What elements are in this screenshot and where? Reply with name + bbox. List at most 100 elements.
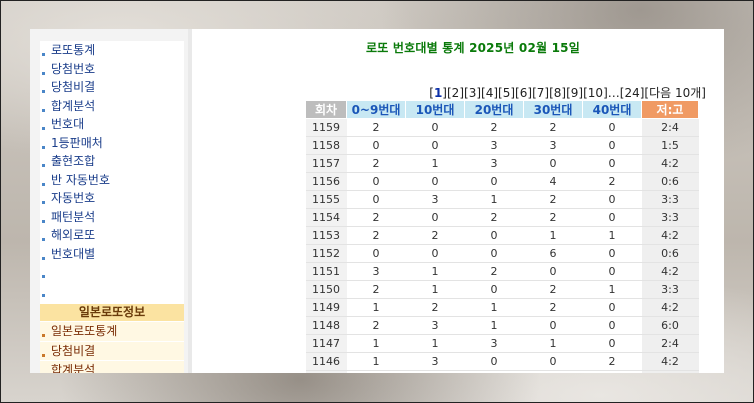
page-link-1[interactable]: 1	[434, 86, 442, 100]
page-link-8[interactable]: 8	[554, 86, 562, 100]
sidebar-item-6[interactable]: 출현조합	[40, 152, 184, 171]
table-cell: 0	[346, 172, 406, 191]
table-cell: 3	[464, 136, 524, 155]
table-cell: 0	[405, 244, 465, 263]
table-body: 1159 2 0 2 2 0 2:4 1158 0 0 3 3 0 1:5 1157 2 1 3 0 0 4:2 1156…	[305, 118, 699, 373]
page-title: 로또 번호대별 통계 2025년 02월 15일	[366, 41, 580, 55]
table-cell: 0	[346, 190, 406, 209]
page-link-5[interactable]: 5	[503, 86, 511, 100]
table-cell: 3:3	[641, 208, 699, 227]
page-link-2[interactable]: 2	[452, 86, 460, 100]
table-cell: 1159	[305, 118, 347, 137]
table-cell: 1158	[305, 136, 347, 155]
table-cell: 4:2	[641, 352, 699, 371]
table-cell: 2	[346, 118, 406, 137]
table-cell: 1150	[305, 280, 347, 299]
table-cell: 1	[464, 316, 524, 335]
sidebar-item-7[interactable]: 반 자동번호	[40, 171, 184, 190]
table-row: 1147 1 1 3 1 0 2:4	[305, 334, 699, 353]
sidebar-item-2[interactable]: 당첨비결	[40, 78, 184, 97]
table-row: 1148 2 3 1 0 0 6:0	[305, 316, 699, 335]
table-cell: 0	[523, 262, 583, 281]
table-cell: 0	[405, 208, 465, 227]
table-row: 1145110312:4	[305, 370, 699, 373]
page-link-9[interactable]: 9	[571, 86, 579, 100]
table-cell: 1151	[305, 262, 347, 281]
table-cell: 3:3	[641, 280, 699, 299]
table-row: 1149 1 2 1 2 0 4:2	[305, 298, 699, 317]
table-cell: 1146	[305, 352, 347, 371]
table-cell: 0	[582, 316, 642, 335]
table-cell: 2	[405, 226, 465, 245]
table-cell: 1:5	[641, 136, 699, 155]
table-cell: 6:0	[641, 316, 699, 335]
sidebar-item-4[interactable]: 번호대	[40, 115, 184, 134]
table-cell: 0	[346, 244, 406, 263]
table-row: 1153 2 2 0 1 1 4:2	[305, 226, 699, 245]
table-cell: 0	[523, 316, 583, 335]
table-cell: 1	[582, 370, 642, 373]
page-link-last[interactable]: 24	[624, 86, 639, 100]
table-cell: 0	[464, 370, 524, 373]
japan-lotto-header: 일본로또정보	[40, 304, 184, 321]
sidebar-item-11[interactable]: 번호대별	[40, 245, 184, 264]
table-cell: 1	[405, 370, 465, 373]
sidebar-item-9[interactable]: 패턴분석	[40, 208, 184, 227]
japan-menu-item-0[interactable]: 일본로또통계	[40, 322, 184, 341]
sidebar-item-5[interactable]: 1등판매처	[40, 134, 184, 153]
table-header-row: 회차 0~9번대 10번대 20번대 30번대 40번대 저:고	[305, 100, 699, 119]
page-link-10[interactable]: 10	[588, 86, 603, 100]
table-cell: 3	[523, 370, 583, 373]
page-link-7[interactable]: 7	[537, 86, 545, 100]
sidebar-item-3[interactable]: 합계분석	[40, 97, 184, 116]
table-cell: 2	[523, 280, 583, 299]
column-header-2: 10번대	[405, 100, 465, 119]
table-cell: 0:6	[641, 244, 699, 263]
table-cell: 2	[582, 352, 642, 371]
table-cell: 0	[464, 352, 524, 371]
sidebar-item-8[interactable]: 자동번호	[40, 189, 184, 208]
table-cell: 0	[464, 172, 524, 191]
table-cell: 1	[346, 334, 406, 353]
sidebar-item-0[interactable]: 로또통계	[40, 41, 184, 60]
table-cell: 1149	[305, 298, 347, 317]
table-cell: 3	[464, 334, 524, 353]
table-cell: 6	[523, 244, 583, 263]
page-link-4[interactable]: 4	[486, 86, 494, 100]
next-pages-link[interactable]: [다음 10개]	[644, 86, 706, 100]
sidebar-blank-item	[40, 263, 184, 282]
table-cell: 0	[405, 172, 465, 191]
table-cell: 0	[582, 154, 642, 173]
page-link-6[interactable]: 6	[520, 86, 528, 100]
japan-menu-item-1[interactable]: 당첨비결	[40, 341, 184, 360]
japan-menu-item-2[interactable]: 합계분석	[40, 361, 184, 373]
column-header-1: 0~9번대	[346, 100, 406, 119]
table-cell: 1	[346, 298, 406, 317]
sidebar-item-10[interactable]: 해외로또	[40, 226, 184, 245]
table-cell: 2	[464, 118, 524, 137]
table-cell: 0	[582, 118, 642, 137]
page-panel: 로또통계 당첨번호 당첨비결 합계분석 번호대 1등판매처 출현조합 반 자동번호 자동번호 패턴…	[30, 29, 724, 373]
table-cell: 4:2	[641, 154, 699, 173]
sidebar-item-1[interactable]: 당첨번호	[40, 60, 184, 79]
table-cell: 2	[523, 118, 583, 137]
table-cell: 0	[582, 298, 642, 317]
page-link-3[interactable]: 3	[469, 86, 477, 100]
pagination: [1][2][3][4][5][6][7][8][9][10]…[24][다음 …	[429, 86, 706, 100]
table-cell: 1156	[305, 172, 347, 191]
table-row: 1156 0 0 0 4 2 0:6	[305, 172, 699, 191]
table-row: 1152 0 0 0 6 0 0:6	[305, 244, 699, 263]
table-cell: 2	[405, 298, 465, 317]
table-cell: 1152	[305, 244, 347, 263]
table-cell: 0	[582, 208, 642, 227]
table-cell: 0	[582, 262, 642, 281]
table-cell: 3:3	[641, 190, 699, 209]
table-cell: 0	[464, 280, 524, 299]
japan-lotto-menu: 일본로또통계 당첨비결 합계분석	[40, 322, 184, 373]
table-cell: 2	[523, 298, 583, 317]
table-cell: 3	[405, 352, 465, 371]
table-cell: 1	[523, 334, 583, 353]
table-cell: 2:4	[641, 118, 699, 137]
table-cell: 0:6	[641, 172, 699, 191]
number-range-stats-table: 회차 0~9번대 10번대 20번대 30번대 40번대 저:고 1159 2 0 2 2 0 2:4 1…	[305, 100, 699, 373]
